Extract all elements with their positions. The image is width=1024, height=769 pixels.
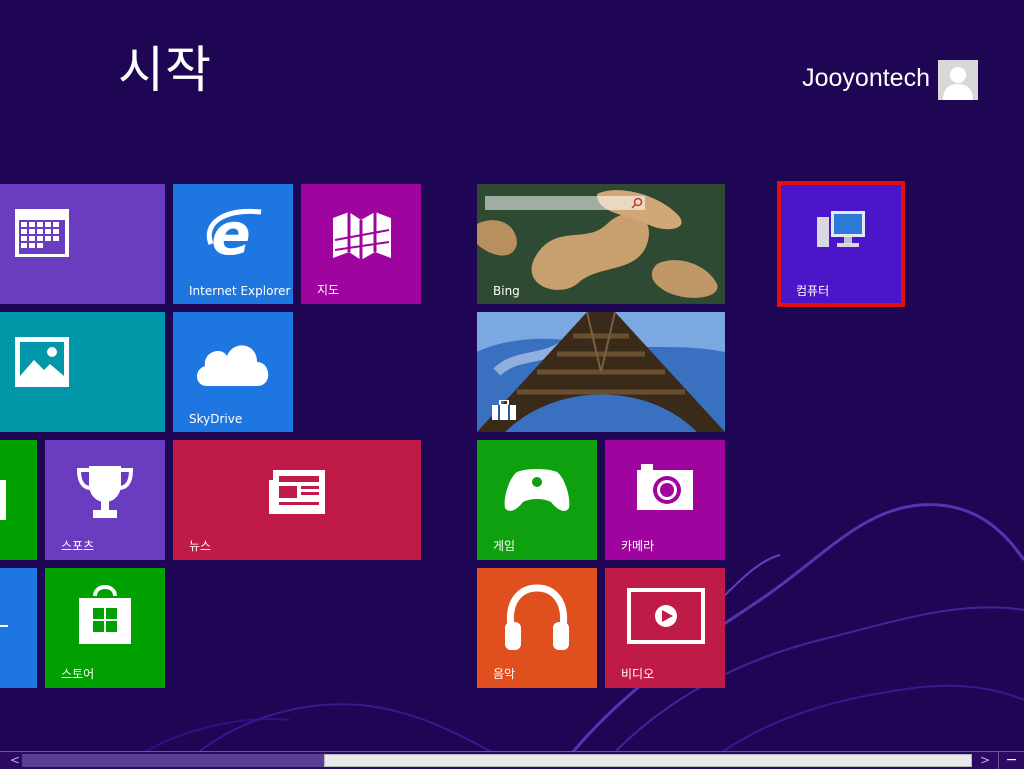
computer-icon <box>817 211 865 247</box>
user-name[interactable]: Jooyontech <box>802 64 930 93</box>
suitcase-icon <box>492 400 516 420</box>
tile-photos[interactable] <box>0 312 165 432</box>
camera-icon <box>637 464 693 510</box>
bing-search-box[interactable] <box>485 196 645 210</box>
scroll-thumb[interactable] <box>324 754 972 767</box>
tile-label: Bing <box>493 284 520 298</box>
tile-video[interactable]: 비디오 <box>605 568 725 688</box>
video-play-icon <box>627 588 705 644</box>
horizontal-scrollbar[interactable]: < > − <box>0 751 1024 769</box>
tile-label: 스토어 <box>61 667 95 681</box>
tile-label: 음악 <box>493 667 516 681</box>
tile-internet-explorer[interactable]: e Internet Explorer <box>173 184 293 304</box>
photos-icon <box>15 337 69 387</box>
cloud-icon <box>196 345 269 386</box>
desktop-icon <box>0 625 8 627</box>
user-avatar[interactable] <box>938 60 978 100</box>
tile-music[interactable]: 음악 <box>477 568 597 688</box>
search-icon <box>631 197 643 209</box>
semantic-zoom-button[interactable]: − <box>998 752 1024 769</box>
tile-computer[interactable]: 컴퓨터 <box>777 181 905 307</box>
scroll-right-arrow[interactable]: > <box>976 752 994 769</box>
internet-explorer-icon: e <box>206 204 262 264</box>
tile-label: 게임 <box>493 539 516 553</box>
map-icon <box>333 212 391 260</box>
tile-label: SkyDrive <box>189 412 243 426</box>
store-icon <box>79 585 131 644</box>
tile-sports[interactable]: 스포츠 <box>45 440 165 560</box>
tile-maps[interactable]: 지도 <box>301 184 421 304</box>
trophy-icon <box>76 466 134 518</box>
tile-label: Internet Explorer <box>189 284 291 298</box>
tile-travel[interactable] <box>477 312 725 432</box>
news-icon <box>269 470 325 514</box>
user-silhouette-icon <box>943 67 973 100</box>
tile-label: 뉴스 <box>189 539 212 553</box>
tile-calendar[interactable] <box>0 184 165 304</box>
start-title: 시작 <box>118 41 212 99</box>
tile-label: 컴퓨터 <box>796 284 830 298</box>
tile-games[interactable]: 게임 <box>477 440 597 560</box>
people-icon <box>0 480 6 520</box>
scroll-track[interactable] <box>22 754 324 767</box>
tile-label: 지도 <box>317 283 340 297</box>
tile-store[interactable]: 스토어 <box>45 568 165 688</box>
tile-skydrive[interactable]: SkyDrive <box>173 312 293 432</box>
tile-camera[interactable]: 카메라 <box>605 440 725 560</box>
tile-label: 비디오 <box>621 667 655 681</box>
headphones-icon <box>505 584 569 650</box>
tile-people[interactable] <box>0 440 37 560</box>
tile-news[interactable]: 뉴스 <box>173 440 421 560</box>
xbox-controller-icon <box>504 469 570 511</box>
tile-bing[interactable]: Bing <box>477 184 725 304</box>
tile-desktop[interactable] <box>0 568 37 688</box>
tile-label: 카메라 <box>621 539 655 553</box>
calendar-icon <box>15 209 69 257</box>
tile-label: 스포츠 <box>61 539 95 553</box>
